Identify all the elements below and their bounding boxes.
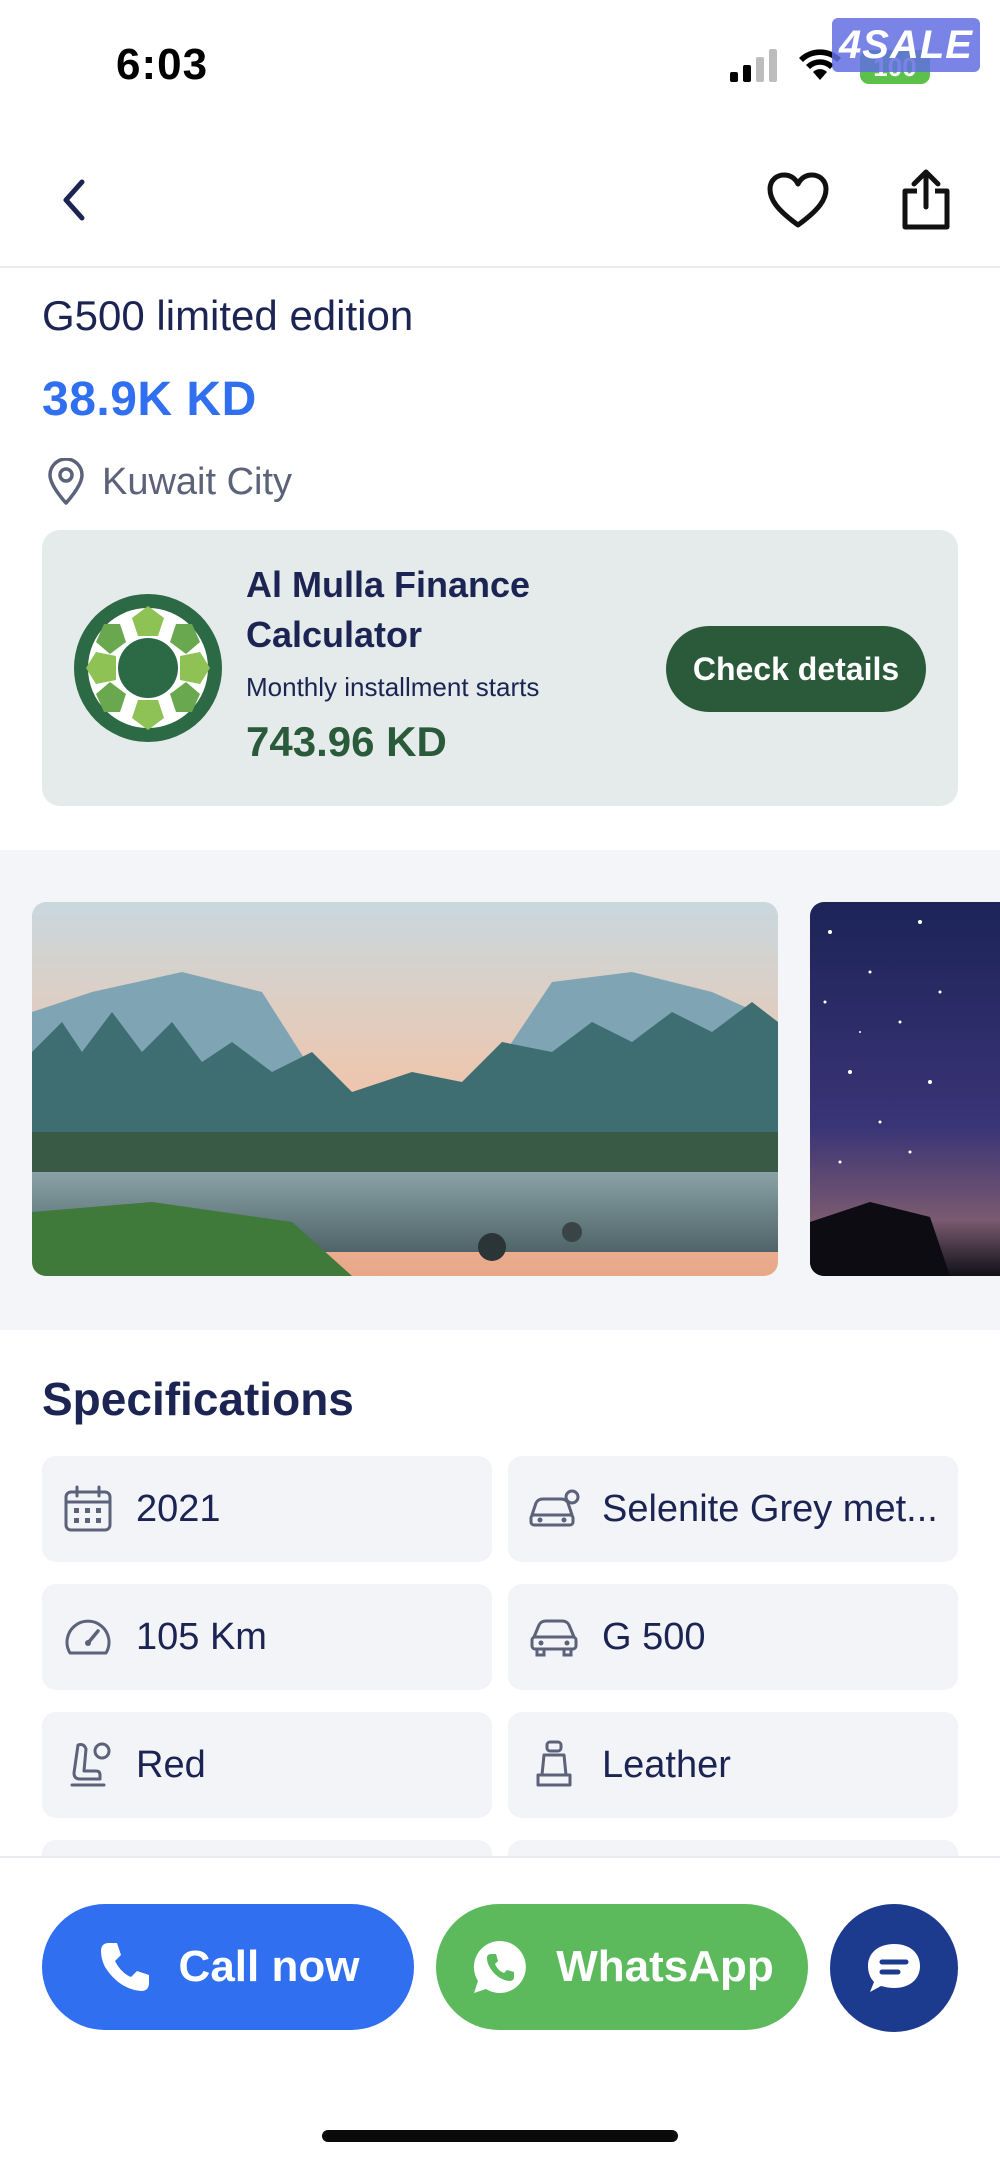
bottom-action-bar: Call now WhatsApp [0, 1856, 1000, 2164]
finance-title: Al Mulla Finance Calculator [246, 564, 531, 655]
spec-cell-partial [508, 1840, 958, 1856]
chevron-left-icon [63, 179, 85, 221]
finance-amount: 743.96 KD [246, 718, 447, 765]
calendar-icon [64, 1485, 112, 1532]
spec-mileage: 105 Km [42, 1584, 492, 1690]
photo-gallery[interactable] [0, 850, 1000, 1330]
seat-color-icon [70, 1742, 111, 1787]
cellular-signal-icon [730, 49, 777, 82]
brand-logo: 4SALE [832, 18, 980, 72]
back-button[interactable] [34, 160, 114, 240]
spec-value: Red [136, 1743, 206, 1786]
whatsapp-icon [474, 1940, 527, 1993]
listing-photo[interactable] [32, 902, 778, 1276]
heart-icon [767, 172, 829, 228]
spec-exterior-color: Selenite Grey met... [508, 1456, 958, 1562]
spec-value: Selenite Grey met... [602, 1487, 938, 1530]
finance-subtitle: Monthly installment starts [246, 672, 540, 702]
share-icon [902, 169, 950, 230]
al-mulla-finance-logo [74, 594, 222, 742]
mountain-valley-river-photo [32, 902, 778, 1276]
spec-value: G 500 [602, 1615, 706, 1658]
favorite-button[interactable] [758, 160, 838, 240]
spec-year: 2021 [42, 1456, 492, 1562]
spec-value: 105 Km [136, 1615, 267, 1658]
call-now-button[interactable]: Call now [42, 1904, 414, 2030]
whatsapp-button[interactable]: WhatsApp [436, 1904, 808, 2030]
chat-button[interactable] [830, 1904, 958, 2032]
top-navigation [0, 130, 1000, 268]
speedometer-icon [65, 1619, 111, 1655]
chat-bubble-icon [868, 1944, 920, 1992]
status-time: 6:03 [116, 40, 209, 89]
whatsapp-label: WhatsApp [556, 1942, 774, 1991]
listing-location: Kuwait City [46, 458, 292, 506]
share-button[interactable] [886, 160, 966, 240]
spec-value: 2021 [136, 1487, 221, 1530]
location-label: Kuwait City [102, 460, 293, 503]
listing-price: 38.9K KD [42, 373, 257, 426]
car-paint-icon [529, 1489, 580, 1527]
status-bar: 6:03 100 4SALE [0, 0, 1000, 130]
starry-night-sky-photo [810, 902, 1000, 1276]
spec-interior-color: Red [42, 1712, 492, 1818]
listing-title: G500 limited edition [42, 292, 414, 339]
spec-interior-type: Leather [508, 1712, 958, 1818]
spec-value: Leather [602, 1743, 731, 1786]
location-pin-icon [48, 458, 84, 505]
call-now-label: Call now [178, 1942, 360, 1991]
seat-icon [536, 1740, 572, 1787]
specifications-grid: 2021 Selenite Grey met... 105 Km G 500 R… [42, 1456, 958, 1856]
home-indicator [322, 2130, 678, 2142]
listing-photo[interactable] [810, 902, 1000, 1276]
finance-calculator-card: Al Mulla Finance Calculator Monthly inst… [42, 530, 958, 806]
spec-model: G 500 [508, 1584, 958, 1690]
specifications-heading: Specifications [42, 1373, 354, 1425]
check-details-button[interactable]: Check details [666, 626, 926, 712]
spec-cell-partial [42, 1840, 492, 1856]
car-icon [530, 1619, 578, 1657]
phone-icon [100, 1943, 149, 1991]
